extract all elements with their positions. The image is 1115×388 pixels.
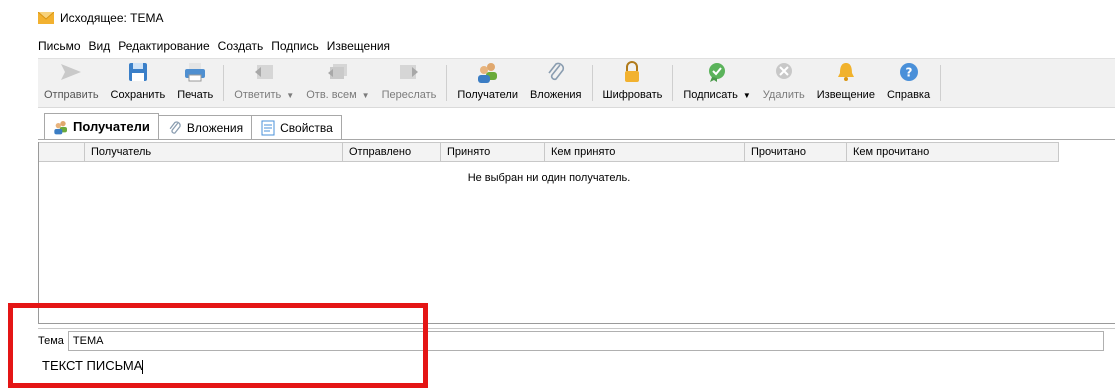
menu-edit[interactable]: Редактирование xyxy=(118,39,209,53)
column-sent[interactable]: Отправлено xyxy=(343,143,441,162)
grid-header: Получатель Отправлено Принято Кем принят… xyxy=(39,142,1059,162)
paperclip-icon xyxy=(167,120,183,136)
tab-strip: Получатели Вложения Свойства xyxy=(38,113,1115,140)
reply-all-icon xyxy=(325,59,351,85)
title-bar: Исходящее: ТЕМА xyxy=(0,0,1115,36)
reply-all-button[interactable]: Отв. всем ▼ xyxy=(300,59,375,107)
menu-view[interactable]: Вид xyxy=(89,39,111,53)
column-recipient[interactable]: Получатель xyxy=(85,143,343,162)
column-checkbox xyxy=(39,143,85,162)
toolbar-separator xyxy=(446,65,448,101)
users-icon xyxy=(475,59,501,85)
help-button[interactable]: ? Справка xyxy=(881,59,936,107)
menu-create[interactable]: Создать xyxy=(218,39,264,53)
print-button[interactable]: Печать xyxy=(171,59,219,107)
toolbar-separator xyxy=(940,65,942,101)
recipients-grid: Получатель Отправлено Принято Кем принят… xyxy=(38,142,1115,324)
toolbar-separator xyxy=(672,65,674,101)
toolbar-separator xyxy=(223,65,225,101)
empty-grid-message: Не выбран ни один получатель. xyxy=(467,172,631,184)
chevron-down-icon[interactable]: ▼ xyxy=(743,91,751,100)
subject-row: Тема xyxy=(38,328,1115,352)
paperclip-icon xyxy=(543,59,569,85)
tab-attachments[interactable]: Вложения xyxy=(157,115,253,139)
chevron-down-icon[interactable]: ▼ xyxy=(362,91,370,100)
forward-button[interactable]: Переслать xyxy=(376,59,443,107)
delete-badge-icon xyxy=(771,59,797,85)
tab-recipients[interactable]: Получатели xyxy=(44,113,159,139)
notice-button[interactable]: Извещение xyxy=(811,59,881,107)
printer-icon xyxy=(182,59,208,85)
encrypt-button[interactable]: Шифровать xyxy=(597,59,669,107)
reply-button[interactable]: Ответить ▼ xyxy=(228,59,300,107)
tab-properties[interactable]: Свойства xyxy=(251,115,342,139)
recipients-button[interactable]: Получатели xyxy=(451,59,524,107)
signature-badge-icon xyxy=(704,59,730,85)
help-icon: ? xyxy=(896,59,922,85)
bell-icon xyxy=(833,59,859,85)
window-title: Исходящее: ТЕМА xyxy=(60,11,164,25)
delete-button[interactable]: Удалить xyxy=(757,59,811,107)
toolbar-separator xyxy=(591,65,593,101)
menu-signature[interactable]: Подпись xyxy=(271,39,319,53)
sign-button[interactable]: Подписать ▼ xyxy=(677,59,756,107)
column-received-by[interactable]: Кем принято xyxy=(545,143,745,162)
attachments-button[interactable]: Вложения xyxy=(524,59,588,107)
send-arrow-icon xyxy=(58,59,84,85)
menu-letter[interactable]: Письмо xyxy=(38,39,81,53)
toolbar: Отправить Сохранить Печать Ответить ▼ Отв… xyxy=(38,58,1115,108)
envelope-icon xyxy=(38,12,54,24)
users-icon xyxy=(53,119,69,135)
column-received[interactable]: Принято xyxy=(441,143,545,162)
text-cursor xyxy=(142,359,144,374)
floppy-disk-icon xyxy=(125,59,151,85)
subject-input[interactable] xyxy=(67,330,1104,351)
reply-icon xyxy=(251,59,277,85)
forward-icon xyxy=(396,59,422,85)
send-button[interactable]: Отправить xyxy=(38,59,105,107)
menu-notices[interactable]: Извещения xyxy=(327,39,390,53)
document-icon xyxy=(260,120,276,136)
svg-text:?: ? xyxy=(905,66,912,80)
menu-bar: Письмо Вид Редактирование Создать Подпис… xyxy=(0,36,1115,56)
column-read[interactable]: Прочитано xyxy=(745,143,847,162)
lock-icon xyxy=(619,59,645,85)
subject-label: Тема xyxy=(38,334,64,347)
save-button[interactable]: Сохранить xyxy=(105,59,172,107)
chevron-down-icon[interactable]: ▼ xyxy=(286,91,294,100)
message-body[interactable]: ТЕКСТ ПИСЬМА xyxy=(42,358,144,374)
column-read-by[interactable]: Кем прочитано xyxy=(847,143,1059,162)
